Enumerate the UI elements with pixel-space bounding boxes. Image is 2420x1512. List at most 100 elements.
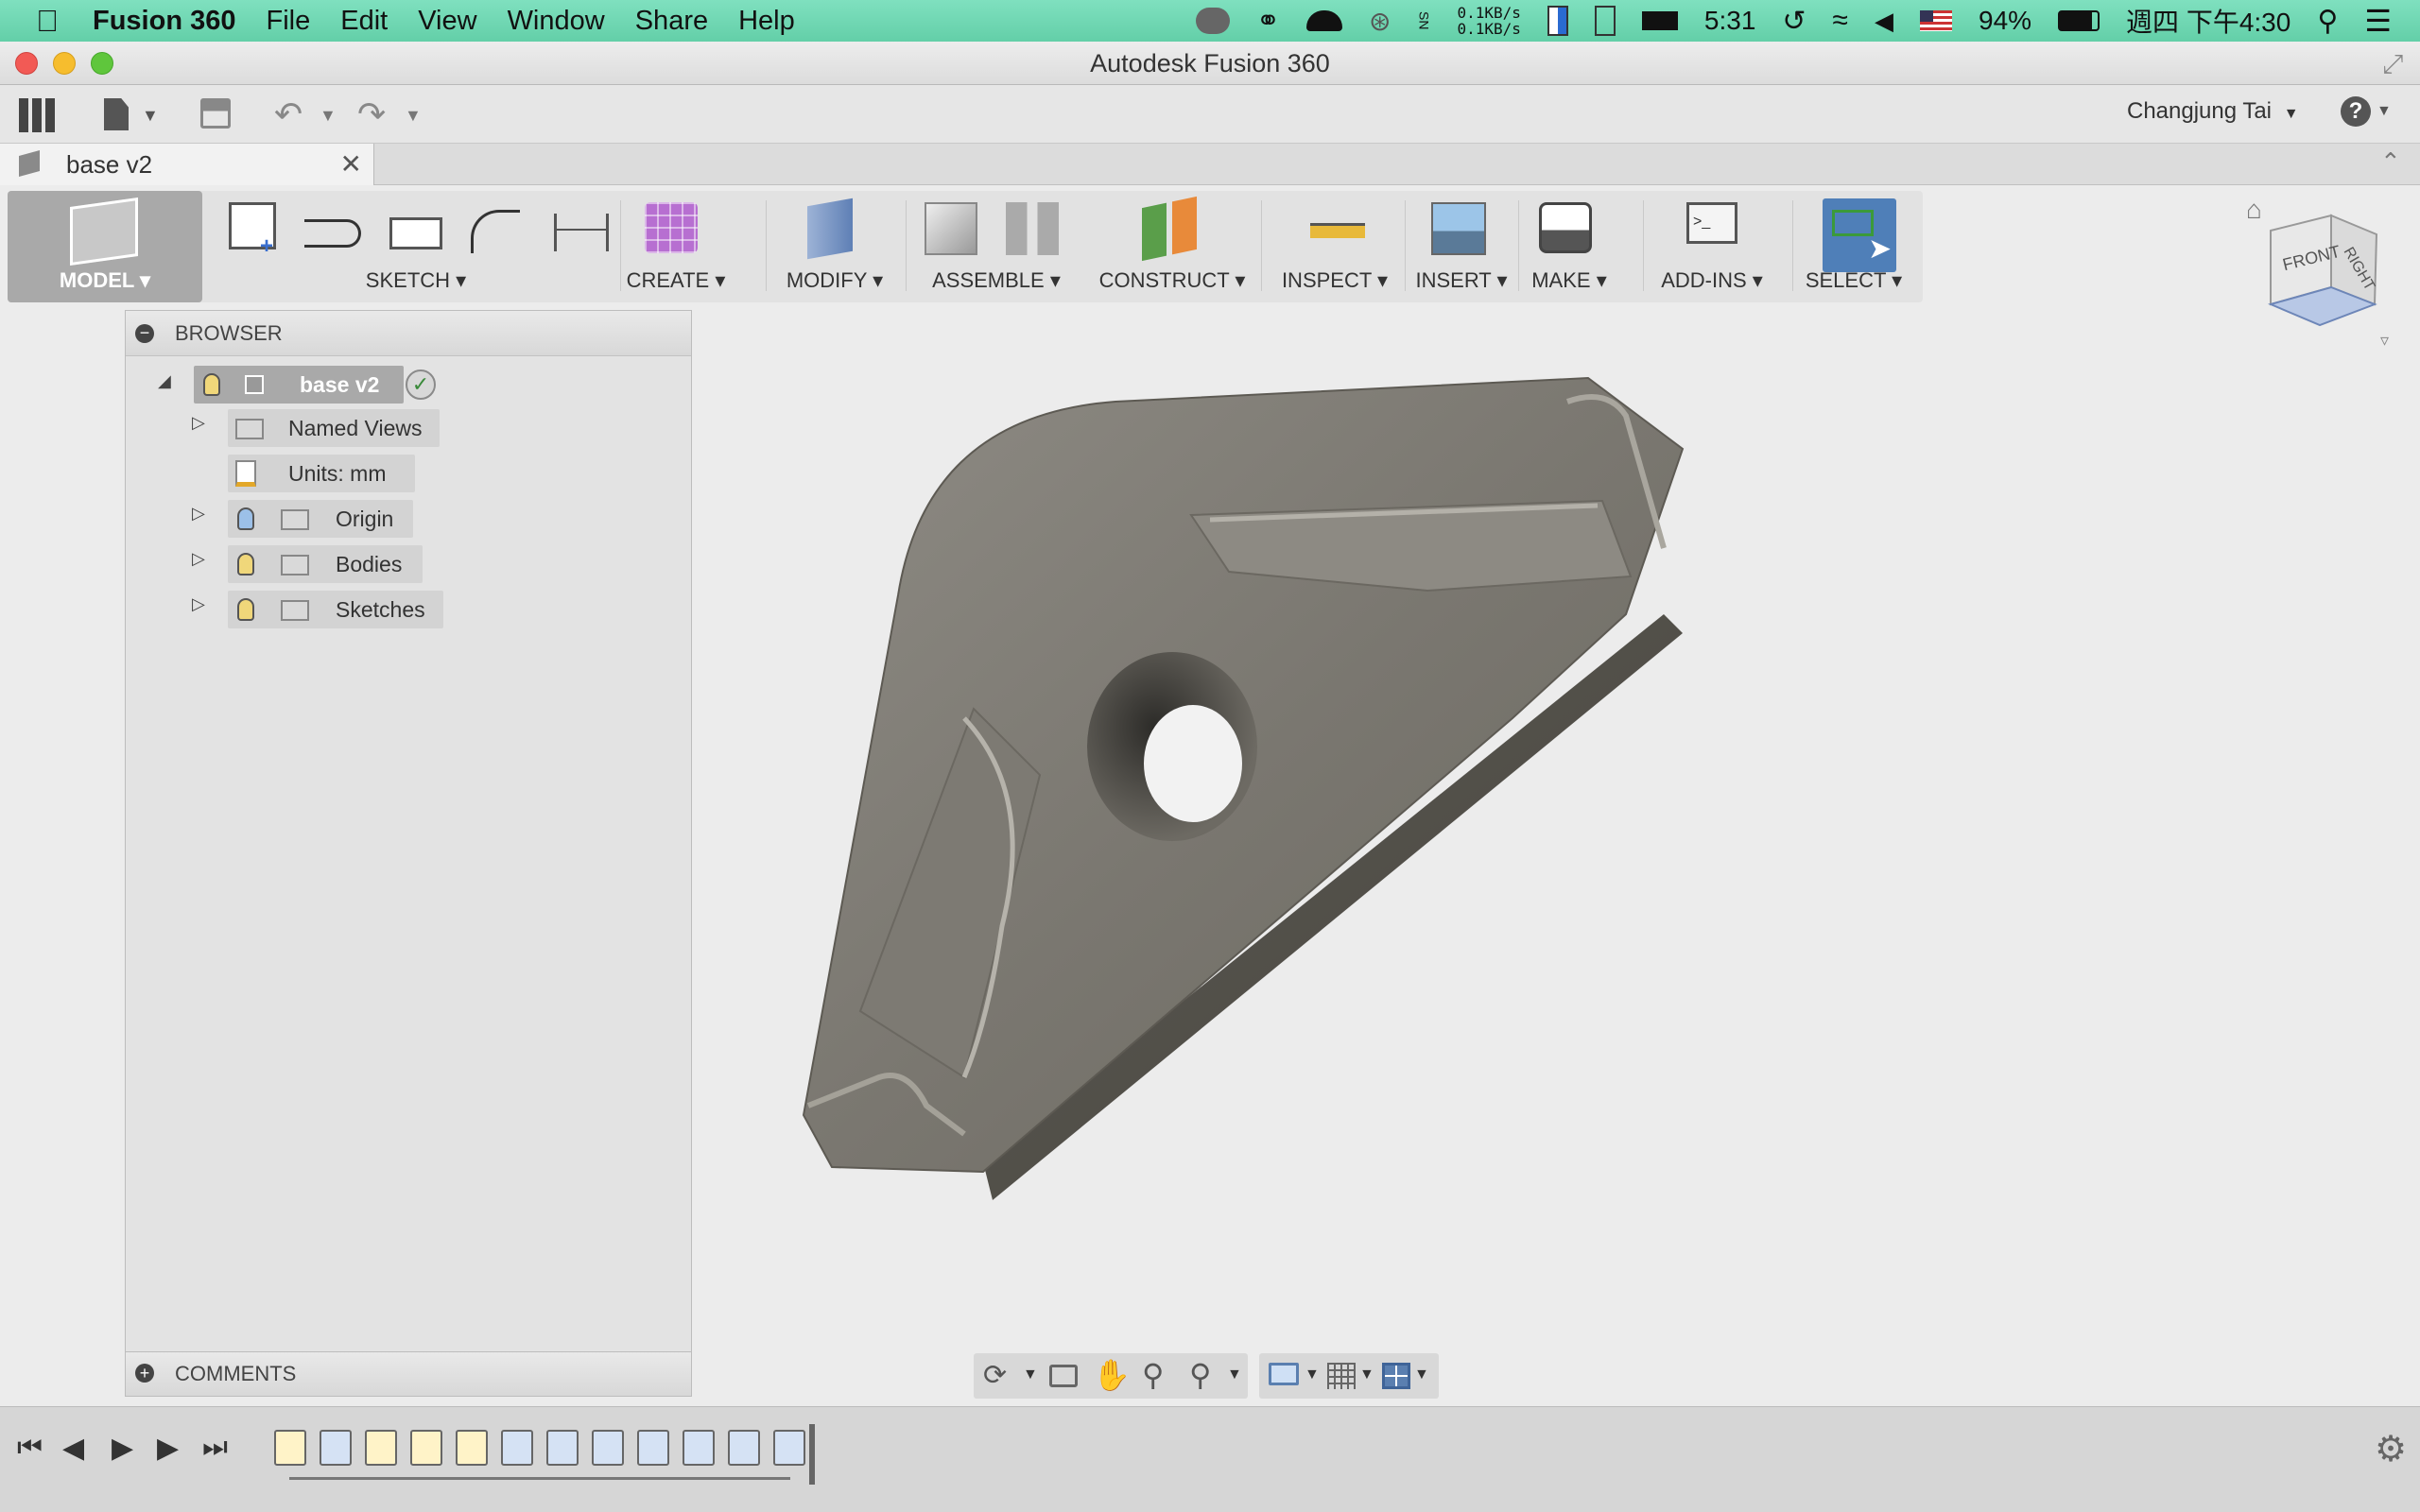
spline-icon[interactable] bbox=[471, 210, 520, 253]
visibility-lightbulb-icon[interactable] bbox=[237, 598, 254, 621]
visibility-lightbulb-icon[interactable] bbox=[237, 507, 254, 530]
assemble-group[interactable]: ASSEMBLE ▾ bbox=[911, 191, 1081, 302]
data-panel-grid-icon[interactable] bbox=[19, 98, 55, 132]
app-menu[interactable]: Fusion 360 bbox=[93, 6, 236, 37]
timeline-sketch-feature[interactable] bbox=[274, 1430, 306, 1466]
comments-panel[interactable]: + COMMENTS bbox=[125, 1351, 692, 1397]
close-window-button[interactable] bbox=[15, 52, 38, 75]
close-tab-icon[interactable]: ✕ bbox=[340, 144, 362, 185]
zoom-dropdown-icon[interactable]: ▼ bbox=[1227, 1366, 1242, 1383]
create-group[interactable]: CREATE ▾ bbox=[624, 191, 728, 302]
timeline-fillet-feature[interactable] bbox=[683, 1430, 715, 1466]
step-back-icon[interactable]: ◀ bbox=[62, 1432, 84, 1465]
timeline-sketch-feature[interactable] bbox=[410, 1430, 442, 1466]
make-group[interactable]: MAKE ▾ bbox=[1524, 191, 1615, 302]
timeline-extrude-feature[interactable] bbox=[320, 1430, 352, 1466]
expand-comments-icon[interactable]: + bbox=[135, 1364, 154, 1383]
view-cube[interactable]: FRONT RIGHT bbox=[2254, 210, 2386, 333]
browser-item-sketches[interactable]: Sketches bbox=[228, 591, 443, 628]
dimension-icon[interactable] bbox=[554, 214, 609, 251]
browser-item-bodies[interactable]: Bodies bbox=[228, 545, 423, 583]
model-viewport[interactable] bbox=[718, 359, 1711, 1210]
modify-group[interactable]: MODIFY ▾ bbox=[771, 191, 898, 302]
battery-percent[interactable]: 94% bbox=[1979, 6, 2031, 36]
collapse-ribbon-icon[interactable]: ⌃ bbox=[2380, 147, 2401, 177]
select-group[interactable]: ➤ SELECT ▾ bbox=[1798, 191, 1910, 302]
add-ins-group[interactable]: >_ ADD-INS ▾ bbox=[1647, 191, 1777, 302]
save-icon[interactable] bbox=[200, 98, 231, 129]
rectangle-icon[interactable] bbox=[389, 217, 442, 249]
browser-item-origin[interactable]: Origin bbox=[228, 500, 413, 538]
fit-icon[interactable]: ⚲ bbox=[1189, 1357, 1211, 1393]
menu-window[interactable]: Window bbox=[508, 6, 605, 37]
expand-root-icon[interactable]: ◢ bbox=[158, 371, 171, 391]
battery-time[interactable]: 5:31 bbox=[1704, 6, 1756, 36]
sketch-group[interactable]: + SKETCH ▾ bbox=[217, 191, 614, 302]
browser-root-node[interactable]: base v2 bbox=[194, 366, 404, 404]
look-at-icon[interactable] bbox=[1049, 1365, 1078, 1387]
expand-named-views-icon[interactable]: ▷ bbox=[192, 413, 205, 433]
inspect-group[interactable]: INSPECT ▾ bbox=[1270, 191, 1399, 302]
play-icon[interactable]: ▶ bbox=[112, 1432, 133, 1465]
fullscreen-icon[interactable]: ⤢ bbox=[2382, 49, 2403, 80]
viewports-icon[interactable] bbox=[1382, 1363, 1410, 1389]
zoom-icon[interactable]: ⚲ bbox=[1142, 1357, 1164, 1393]
activate-check-icon[interactable]: ✓ bbox=[406, 369, 436, 400]
go-to-end-icon[interactable]: ⏭ bbox=[202, 1432, 228, 1464]
battery-icon[interactable] bbox=[2058, 10, 2100, 31]
display-dropdown-icon[interactable]: ▼ bbox=[1305, 1366, 1320, 1383]
user-menu[interactable]: Changjung Tai ▼ bbox=[2127, 98, 2299, 125]
create-sketch-icon[interactable]: + bbox=[229, 202, 276, 259]
orbit-dropdown-icon[interactable]: ▼ bbox=[1023, 1366, 1038, 1383]
menu-help[interactable]: Help bbox=[738, 6, 795, 37]
volume-icon[interactable]: ◀ bbox=[1875, 7, 1893, 36]
workspace-switcher[interactable]: MODEL ▾ bbox=[8, 191, 202, 302]
pan-icon[interactable]: ✋ bbox=[1093, 1357, 1131, 1393]
browser-item-named-views[interactable]: Named Views bbox=[228, 409, 440, 447]
orbit-icon[interactable]: ⟳ bbox=[983, 1359, 1007, 1392]
viewcube-menu-icon[interactable]: ▿ bbox=[2380, 331, 2389, 351]
timeline-fillet-feature[interactable] bbox=[637, 1430, 669, 1466]
hat-icon[interactable] bbox=[1305, 10, 1342, 31]
visibility-lightbulb-icon[interactable] bbox=[203, 373, 220, 396]
viewports-dropdown-icon[interactable]: ▼ bbox=[1414, 1366, 1429, 1383]
undo-dropdown-icon[interactable]: ▼ bbox=[320, 106, 337, 126]
apple-icon[interactable]:  bbox=[36, 4, 59, 39]
help-button[interactable]: ? ▼ bbox=[2341, 96, 2392, 127]
creative-cloud-icon[interactable]: ⚭ bbox=[1256, 5, 1280, 38]
go-to-start-icon[interactable]: ⏮ bbox=[17, 1432, 43, 1464]
timeline-marker[interactable] bbox=[809, 1424, 815, 1485]
timeline-settings-icon[interactable]: ⚙ bbox=[2375, 1428, 2407, 1470]
minimize-window-button[interactable] bbox=[53, 52, 76, 75]
menu-view[interactable]: View bbox=[418, 6, 476, 37]
timeline-extrude-feature[interactable] bbox=[592, 1430, 624, 1466]
visibility-lightbulb-icon[interactable] bbox=[237, 553, 254, 576]
menu-share[interactable]: Share bbox=[635, 6, 708, 37]
timeline-sketch-feature[interactable] bbox=[365, 1430, 397, 1466]
file-menu-icon[interactable] bbox=[104, 98, 129, 130]
line-app-icon[interactable] bbox=[1195, 8, 1230, 34]
browser-header[interactable]: − BROWSER bbox=[126, 311, 691, 356]
spotlight-icon[interactable]: ⚲ bbox=[2317, 5, 2338, 38]
grid-dropdown-icon[interactable]: ▼ bbox=[1359, 1366, 1374, 1383]
expand-bodies-icon[interactable]: ▷ bbox=[192, 549, 205, 569]
timeline-extrude-feature[interactable] bbox=[773, 1430, 805, 1466]
timeline-sketch-feature[interactable] bbox=[456, 1430, 488, 1466]
timeline-fillet-feature[interactable] bbox=[546, 1430, 579, 1466]
tab-base-v2[interactable]: base v2 ✕ bbox=[0, 144, 374, 185]
zoom-window-button[interactable] bbox=[91, 52, 113, 75]
line-icon[interactable] bbox=[304, 219, 361, 248]
timeline-fillet-feature[interactable] bbox=[501, 1430, 533, 1466]
timeline-fillet-feature[interactable] bbox=[728, 1430, 760, 1466]
display-settings-icon[interactable] bbox=[1269, 1363, 1299, 1385]
insert-group[interactable]: INSERT ▾ bbox=[1410, 191, 1512, 302]
time-machine-icon[interactable]: ↺ bbox=[1782, 5, 1806, 38]
menu-file[interactable]: File bbox=[267, 6, 311, 37]
expand-origin-icon[interactable]: ▷ bbox=[192, 504, 205, 524]
flag-us-icon[interactable] bbox=[1920, 10, 1952, 31]
construct-group[interactable]: CONSTRUCT ▾ bbox=[1089, 191, 1255, 302]
collapse-browser-icon[interactable]: − bbox=[135, 324, 154, 343]
step-forward-icon[interactable]: ▶ bbox=[157, 1432, 179, 1465]
grid-icon[interactable] bbox=[1327, 1363, 1356, 1389]
browser-item-units[interactable]: Units: mm bbox=[228, 455, 415, 492]
